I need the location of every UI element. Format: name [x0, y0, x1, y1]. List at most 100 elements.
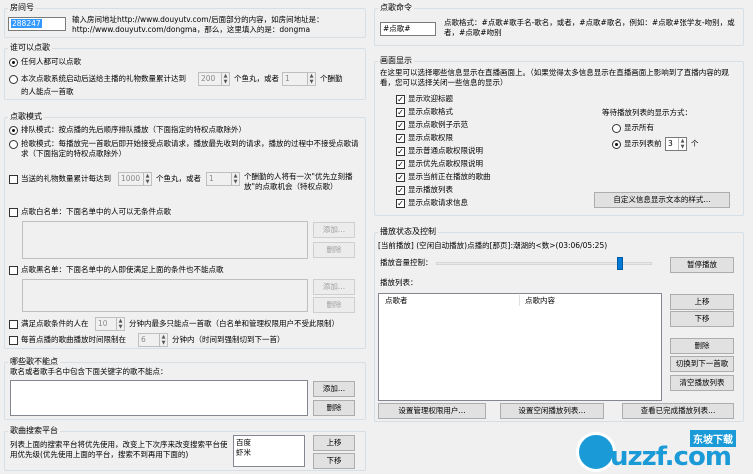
admin-users-button[interactable]: 设置管理权限用户... — [378, 403, 486, 419]
blacklist-add-button[interactable]: 添加... — [313, 279, 355, 295]
platform-desc: 列表上面的搜索平台将优先使用，改变上下次序来改变搜索平台使用优先级(优先使用上面… — [10, 440, 228, 459]
playlist-header-content[interactable]: 点歌内容 — [525, 296, 555, 306]
display-item-label: 显示当前正在播放的歌曲 — [408, 172, 491, 181]
priority-checkbox[interactable] — [9, 175, 18, 184]
who-any-radio[interactable] — [9, 58, 18, 67]
play-title: 播放状态及控制 — [378, 226, 438, 237]
playlist-header-requester[interactable]: 点歌者 — [385, 296, 408, 306]
playlist-label: 播放列表： — [380, 278, 418, 287]
display-checkbox[interactable]: ✓ — [396, 134, 405, 143]
blacklist-delete-button[interactable]: 删除 — [313, 297, 355, 313]
priority-label: 当送的礼物数量累计每达到 — [21, 174, 111, 183]
who-any-label: 任何人都可以点歌 — [21, 57, 81, 66]
volume-thumb[interactable] — [616, 257, 623, 270]
watermark-logo: 东坡下载 uzzf.com — [560, 426, 753, 474]
display-item-label: 显示点歌权限 — [408, 133, 453, 142]
custom-style-button[interactable]: 自定义信息显示文本的样式... — [594, 192, 730, 208]
priority-fish-unit: 个鱼丸，或者 — [156, 174, 201, 183]
interval-pre: 满足点歌条件的人在 — [21, 319, 89, 328]
display-item-label: 显示点歌格式 — [408, 107, 453, 116]
display-item-label: 显示播放列表 — [408, 185, 453, 194]
cmd-desc: 点歌格式：#点歌#歌手名-歌名，或者，#点歌#歌名，例如：#点歌#张学友-吻别，… — [444, 18, 735, 37]
timelimit-pre: 每首点播的歌曲播放时间限制在 — [21, 335, 126, 344]
finished-playlist-button[interactable]: 查看已完成播放列表... — [622, 403, 734, 419]
who-count-unit: 个酬勤 — [320, 74, 343, 83]
volume-label: 播放音量控制： — [380, 258, 433, 267]
who-tail: 的人能点一首歌 — [21, 87, 74, 96]
display-checkbox[interactable]: ✓ — [396, 108, 405, 117]
display-checkbox[interactable]: ✓ — [396, 121, 405, 130]
playlist-delete-button[interactable]: 删除 — [670, 338, 734, 354]
display-item-label: 显示普通点歌权限说明 — [408, 146, 483, 155]
who-fish-input[interactable]: 200 ▲ ▼ — [198, 72, 230, 86]
priority-fish-input[interactable]: 1000 ▲ ▼ — [118, 172, 152, 186]
blacklist-checkbox[interactable] — [9, 266, 18, 275]
playlist-table[interactable]: 点歌者 点歌内容 — [378, 293, 662, 401]
display-all-radio[interactable] — [612, 124, 621, 133]
whitelist-list[interactable] — [22, 221, 308, 259]
now-playing: [当前播放] (空闲自动播放)点播的[那页]:潮湖的<数>(03:06/05:2… — [378, 241, 608, 250]
platform-list[interactable]: 百度 虾米 — [233, 435, 305, 467]
platform-item[interactable]: 百度 — [236, 438, 251, 448]
mode-queue-radio[interactable] — [9, 126, 18, 135]
interval-input[interactable]: 10 ▲ ▼ — [95, 317, 125, 331]
display-mode-label: 等待播放列表的显示方式： — [602, 108, 692, 117]
pause-button[interactable]: 暂停播放 — [670, 257, 734, 273]
display-first-unit: 个 — [691, 139, 699, 148]
room-title: 房间号 — [8, 2, 36, 13]
mode-grab-radio[interactable] — [9, 140, 18, 149]
mode-queue-label: 排队模式：按点播的先后顺序排队播放（下面指定的特权点歌除外） — [21, 125, 246, 134]
room-input[interactable]: 288247 — [8, 17, 66, 31]
who-gift-label: 本次点歌系统启动后送给主播的礼物数量累计达到 — [21, 74, 186, 83]
platform-down-button[interactable]: 下移 — [313, 453, 355, 469]
room-hint: 输入房间地址http://www.douyutv.com/后面部分的内容，如房间… — [72, 15, 324, 34]
idle-playlist-button[interactable]: 设置空闲播放列表... — [500, 403, 604, 419]
display-checkbox[interactable]: ✓ — [396, 160, 405, 169]
who-count-input[interactable]: 1 ▲ ▼ — [282, 72, 316, 86]
banned-delete-button[interactable]: 删除 — [313, 400, 355, 416]
display-item-label: 显示点歌请求信息 — [408, 198, 468, 207]
banned-desc: 歌名或者歌手名中包含下面关键字的歌不能点： — [10, 367, 168, 376]
blacklist-list[interactable] — [22, 279, 308, 312]
priority-count-input[interactable]: 1 ▲ ▼ — [206, 172, 240, 186]
display-checkbox[interactable]: ✓ — [396, 186, 405, 195]
display-item-label: 显示优先点歌权限说明 — [408, 159, 483, 168]
who-gift-radio[interactable] — [9, 75, 18, 84]
display-item-label: 显示点歌例子示范 — [408, 120, 468, 129]
display-title: 画面显示 — [378, 55, 414, 66]
clear-playlist-button[interactable]: 清空播放列表 — [670, 375, 734, 391]
display-checkbox[interactable]: ✓ — [396, 95, 405, 104]
platform-item[interactable]: 虾米 — [236, 448, 251, 458]
whitelist-checkbox[interactable] — [9, 208, 18, 217]
playlist-down-button[interactable]: 下移 — [670, 311, 734, 327]
banned-add-button[interactable]: 添加... — [313, 381, 355, 397]
display-first-radio[interactable] — [612, 140, 621, 149]
display-desc: 在这里可以选择哪些信息显示在直播画面上。（如果觉得太多信息显示在直播画面上影响到… — [380, 68, 729, 87]
display-checkbox[interactable]: ✓ — [396, 173, 405, 182]
playlist-up-button[interactable]: 上移 — [670, 294, 734, 310]
display-first-input[interactable]: 3 ▲ ▼ — [665, 137, 687, 151]
whitelist-add-button[interactable]: 添加... — [313, 222, 355, 238]
mode-title: 点歌模式 — [8, 111, 44, 122]
platform-title: 歌曲搜索平台 — [8, 425, 60, 436]
interval-post: 分钟内最多只能点一首歌（白名单和管理权限用户不受此限制） — [129, 319, 339, 328]
who-fish-unit: 个鱼丸，或者 — [234, 74, 279, 83]
timelimit-checkbox[interactable] — [9, 336, 18, 345]
whitelist-delete-button[interactable]: 删除 — [313, 242, 355, 258]
timelimit-input[interactable]: 6 ▲ ▼ — [138, 333, 168, 347]
display-all-label: 显示所有 — [624, 123, 654, 132]
whitelist-label: 点歌白名单：下面名单中的人可以无条件点歌 — [21, 207, 171, 216]
interval-checkbox[interactable] — [9, 320, 18, 329]
display-first-label: 显示列表前 — [624, 139, 662, 148]
cmd-input[interactable]: #点歌# — [380, 22, 436, 36]
next-song-button[interactable]: 切换到下一首歌 — [670, 356, 734, 372]
blacklist-label: 点歌黑名单：下面名单中的人即使满足上面的条件也不能点歌 — [21, 265, 224, 274]
display-checkbox[interactable]: ✓ — [396, 199, 405, 208]
banned-list[interactable] — [10, 380, 308, 416]
platform-up-button[interactable]: 上移 — [313, 435, 355, 451]
who-title: 谁可以点歌 — [8, 42, 52, 53]
display-item-label: 显示欢迎标题 — [408, 94, 453, 103]
display-checkbox[interactable]: ✓ — [396, 147, 405, 156]
priority-tail: 个酬勤的人将有一次"优先立刻播放"的点歌机会（特权点歌） — [244, 172, 353, 191]
playlist-header-divider — [519, 295, 520, 306]
